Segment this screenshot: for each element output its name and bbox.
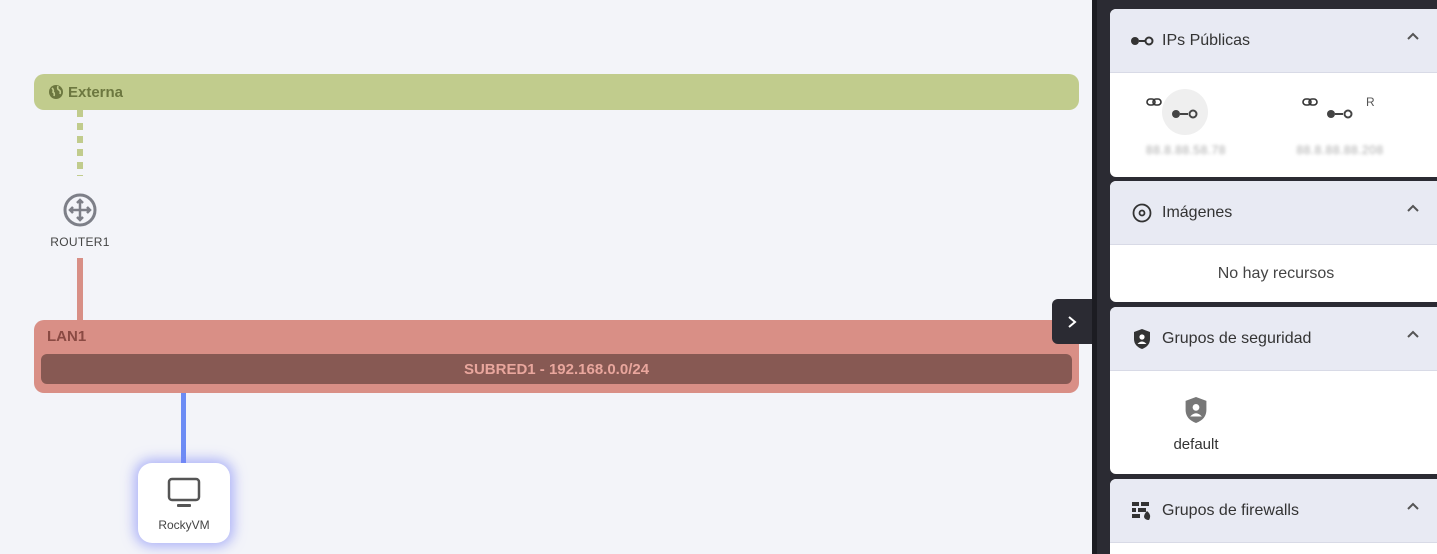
images-panel: Imágenes No hay recursos bbox=[1110, 181, 1437, 302]
chevron-up-icon[interactable] bbox=[1406, 501, 1420, 511]
lan-network[interactable]: LAN1 SUBRED1 - 192.168.0.0/24 bbox=[34, 320, 1079, 393]
link-icon bbox=[1146, 98, 1162, 106]
shield-user-icon bbox=[1130, 327, 1154, 351]
vm-label: RockyVM bbox=[158, 518, 210, 532]
resources-sidebar: IPs Públicas 88.8.88.58.78 R 88.8.88.88.… bbox=[1092, 0, 1437, 554]
public-ips-panel: IPs Públicas 88.8.88.58.78 R 88.8.88.88.… bbox=[1110, 9, 1437, 177]
vm-link bbox=[181, 393, 186, 463]
security-groups-header[interactable]: Grupos de seguridad bbox=[1110, 307, 1437, 371]
sidebar-toggle-button[interactable] bbox=[1052, 299, 1092, 344]
security-group-label: default bbox=[1173, 436, 1219, 453]
ip-icon bbox=[1327, 109, 1353, 119]
globe-icon bbox=[49, 85, 63, 99]
monitor-icon bbox=[167, 477, 201, 507]
topology-canvas[interactable]: Externa ROUTER1 LAN1 SUBRED1 - 192.168.0… bbox=[0, 0, 1092, 554]
security-groups-title: Grupos de seguridad bbox=[1162, 329, 1312, 347]
security-group-item[interactable]: default bbox=[1160, 395, 1232, 453]
external-network-label: Externa bbox=[68, 83, 124, 101]
security-groups-panel: Grupos de seguridad default bbox=[1110, 307, 1437, 474]
public-ip-item[interactable]: R 88.8.88.88.208 bbox=[1290, 93, 1390, 163]
router-lan-link bbox=[77, 258, 83, 320]
chevron-up-icon[interactable] bbox=[1406, 329, 1420, 339]
chevron-right-icon bbox=[1068, 315, 1077, 328]
vm-node[interactable]: RockyVM bbox=[138, 463, 230, 543]
firewall-groups-header[interactable]: Grupos de firewalls bbox=[1110, 479, 1437, 543]
router-icon bbox=[63, 193, 97, 227]
public-ips-title: IPs Públicas bbox=[1162, 31, 1251, 49]
ip-icon bbox=[1172, 109, 1198, 119]
ip-icon bbox=[1130, 29, 1154, 53]
images-header[interactable]: Imágenes bbox=[1110, 181, 1437, 245]
subnet-bar[interactable]: SUBRED1 - 192.168.0.0/24 bbox=[41, 354, 1072, 384]
public-ips-header[interactable]: IPs Públicas bbox=[1110, 9, 1437, 73]
external-link bbox=[77, 110, 83, 176]
router-node[interactable]: ROUTER1 bbox=[44, 192, 116, 249]
firewall-icon bbox=[1130, 499, 1154, 523]
shield-user-icon bbox=[1185, 397, 1207, 423]
firewall-groups-panel: Grupos de firewalls bbox=[1110, 479, 1437, 554]
images-empty-text: No hay recursos bbox=[1217, 265, 1335, 282]
images-title: Imágenes bbox=[1162, 203, 1233, 221]
public-ip-item[interactable]: 88.8.88.58.78 bbox=[1138, 89, 1234, 163]
disc-icon bbox=[1130, 201, 1154, 225]
public-ip-address: 88.8.88.58.78 bbox=[1146, 143, 1226, 157]
router-label: ROUTER1 bbox=[50, 235, 110, 249]
subnet-label: SUBRED1 - 192.168.0.0/24 bbox=[463, 360, 650, 378]
link-icon bbox=[1302, 98, 1318, 106]
reserved-badge: R bbox=[1366, 95, 1375, 109]
chevron-up-icon[interactable] bbox=[1406, 31, 1420, 41]
firewall-groups-title: Grupos de firewalls bbox=[1162, 501, 1299, 519]
external-network[interactable]: Externa bbox=[34, 74, 1079, 110]
public-ip-address: 88.8.88.88.208 bbox=[1296, 143, 1384, 157]
lan-label: LAN1 bbox=[47, 328, 87, 345]
chevron-up-icon[interactable] bbox=[1406, 203, 1420, 213]
